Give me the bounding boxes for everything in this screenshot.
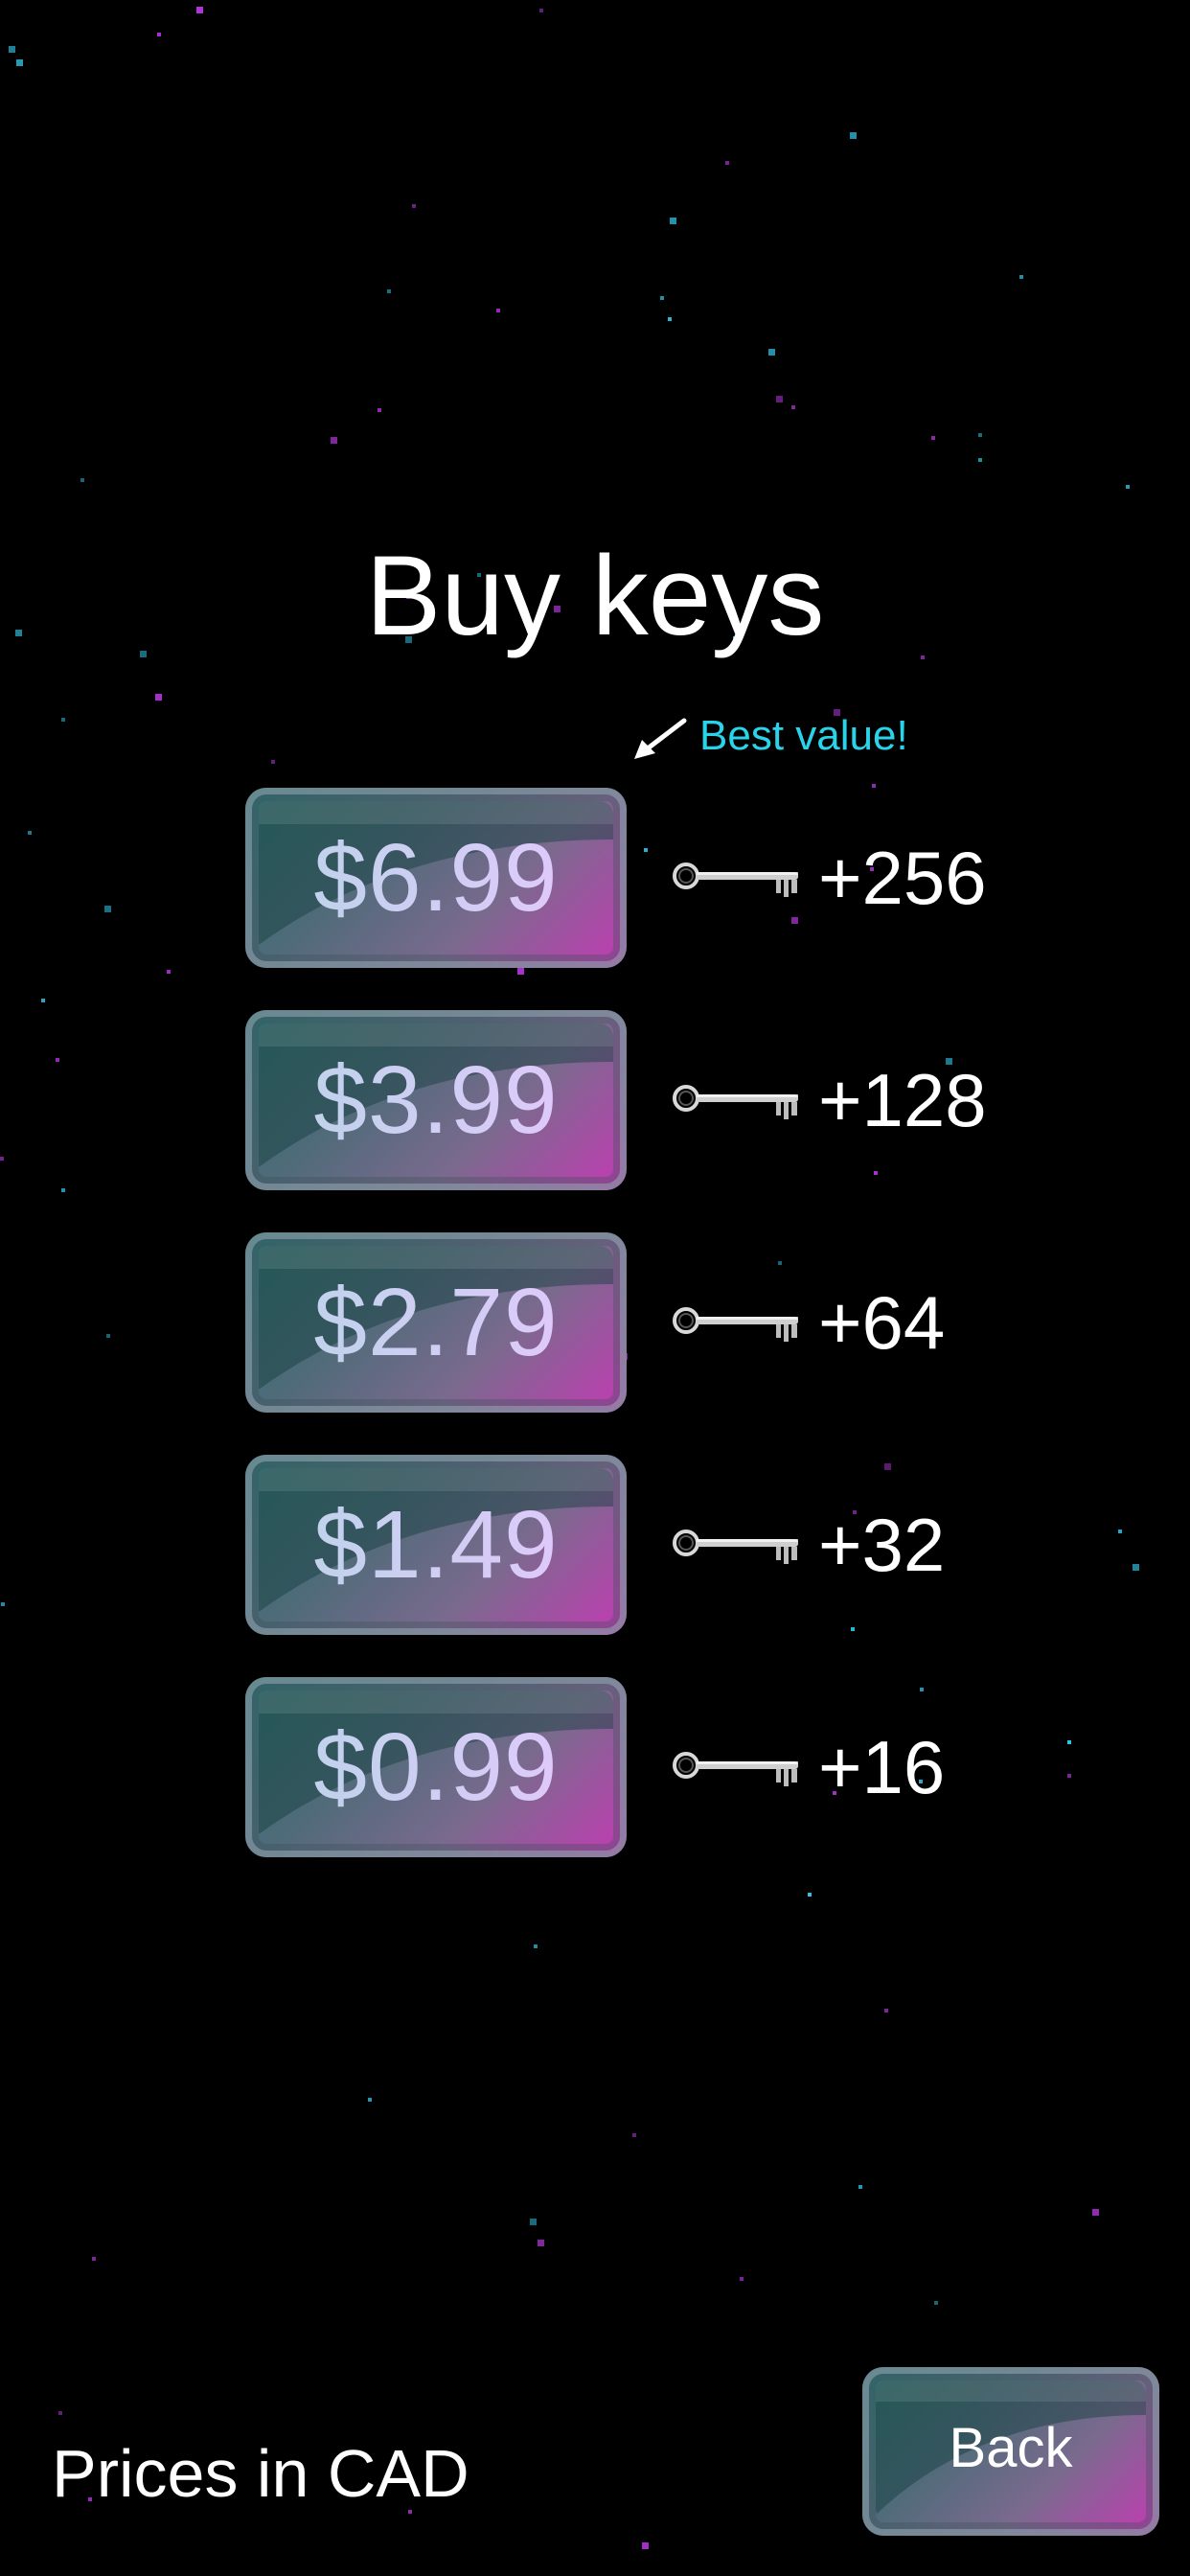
star [412, 204, 416, 208]
back-button[interactable]: Back [862, 2367, 1159, 2536]
star [155, 694, 162, 701]
star [56, 1058, 59, 1062]
star [167, 970, 171, 974]
star [496, 309, 500, 312]
star [660, 296, 664, 300]
price-label: $6.99 [245, 788, 627, 968]
star [534, 1944, 538, 1948]
star [931, 436, 935, 440]
star [9, 46, 15, 53]
star [0, 1157, 4, 1161]
star [530, 2219, 537, 2225]
star [1133, 1564, 1139, 1571]
star [157, 33, 161, 36]
star [884, 2009, 888, 2012]
star [538, 2240, 544, 2246]
key-amount: +16 [818, 1725, 946, 1809]
price-label: $2.79 [245, 1232, 627, 1413]
price-button[interactable]: $3.99 [245, 1010, 627, 1190]
best-value-callout: Best value! [632, 709, 939, 767]
buy-keys-screen: Buy keys Best value! $6.99 +256 $3.99 +1… [0, 0, 1190, 2576]
star [331, 437, 337, 444]
star [61, 718, 65, 722]
key-icon [673, 1085, 798, 1119]
key-icon [673, 1307, 798, 1342]
price-button[interactable]: $0.99 [245, 1677, 627, 1857]
star [387, 289, 391, 293]
price-button[interactable]: $2.79 [245, 1232, 627, 1413]
star [80, 478, 84, 482]
key-amount: +128 [818, 1058, 987, 1142]
offer-row: $6.99 +256 [245, 788, 1012, 968]
star [61, 1188, 65, 1192]
star [642, 2542, 649, 2549]
star [16, 59, 23, 66]
offer-row: $0.99 +16 [245, 1677, 1012, 1857]
star [1126, 485, 1130, 489]
currency-note: Prices in CAD [52, 2436, 469, 2511]
star [1, 1602, 5, 1606]
star [776, 396, 783, 402]
offer-row: $1.49 +32 [245, 1455, 1012, 1635]
star [632, 2133, 636, 2137]
price-label: $1.49 [245, 1455, 627, 1635]
star [1067, 1740, 1071, 1744]
star [850, 132, 857, 139]
key-amount: +64 [818, 1280, 946, 1365]
offer-row: $3.99 +128 [245, 1010, 1012, 1190]
price-button[interactable]: $6.99 [245, 788, 627, 968]
price-button[interactable]: $1.49 [245, 1455, 627, 1635]
star [978, 458, 982, 462]
star [196, 7, 203, 13]
star [539, 9, 543, 12]
star [1067, 1774, 1071, 1778]
star [104, 906, 111, 912]
price-label: $0.99 [245, 1677, 627, 1857]
arrow-icon [634, 718, 687, 759]
star [368, 2098, 372, 2102]
star [41, 999, 45, 1002]
star [28, 831, 32, 835]
key-icon [673, 1530, 798, 1564]
price-label: $3.99 [245, 1010, 627, 1190]
star [670, 218, 676, 224]
star [1092, 2209, 1099, 2216]
star [271, 760, 275, 764]
key-icon [673, 862, 798, 897]
offer-row: $2.79 +64 [245, 1232, 1012, 1413]
best-value-label: Best value! [699, 712, 908, 759]
page-title: Buy keys [365, 533, 825, 659]
key-amount: +32 [818, 1503, 946, 1587]
star [378, 408, 381, 412]
star [725, 161, 729, 165]
key-amount: +256 [818, 836, 987, 920]
star [740, 2277, 744, 2281]
star [791, 405, 795, 409]
star [92, 2257, 96, 2261]
star [1118, 1530, 1122, 1533]
star [768, 349, 775, 356]
star [978, 433, 982, 437]
star [1019, 275, 1023, 279]
star [106, 1334, 110, 1338]
offer-list: $6.99 +256 $3.99 +128 $2.79 +64 $1.49 +3… [245, 788, 1012, 1899]
star [58, 2411, 62, 2415]
key-icon [673, 1752, 798, 1786]
back-label: Back [949, 2417, 1073, 2479]
star [858, 2185, 862, 2189]
star [668, 317, 672, 321]
star [934, 2301, 938, 2305]
